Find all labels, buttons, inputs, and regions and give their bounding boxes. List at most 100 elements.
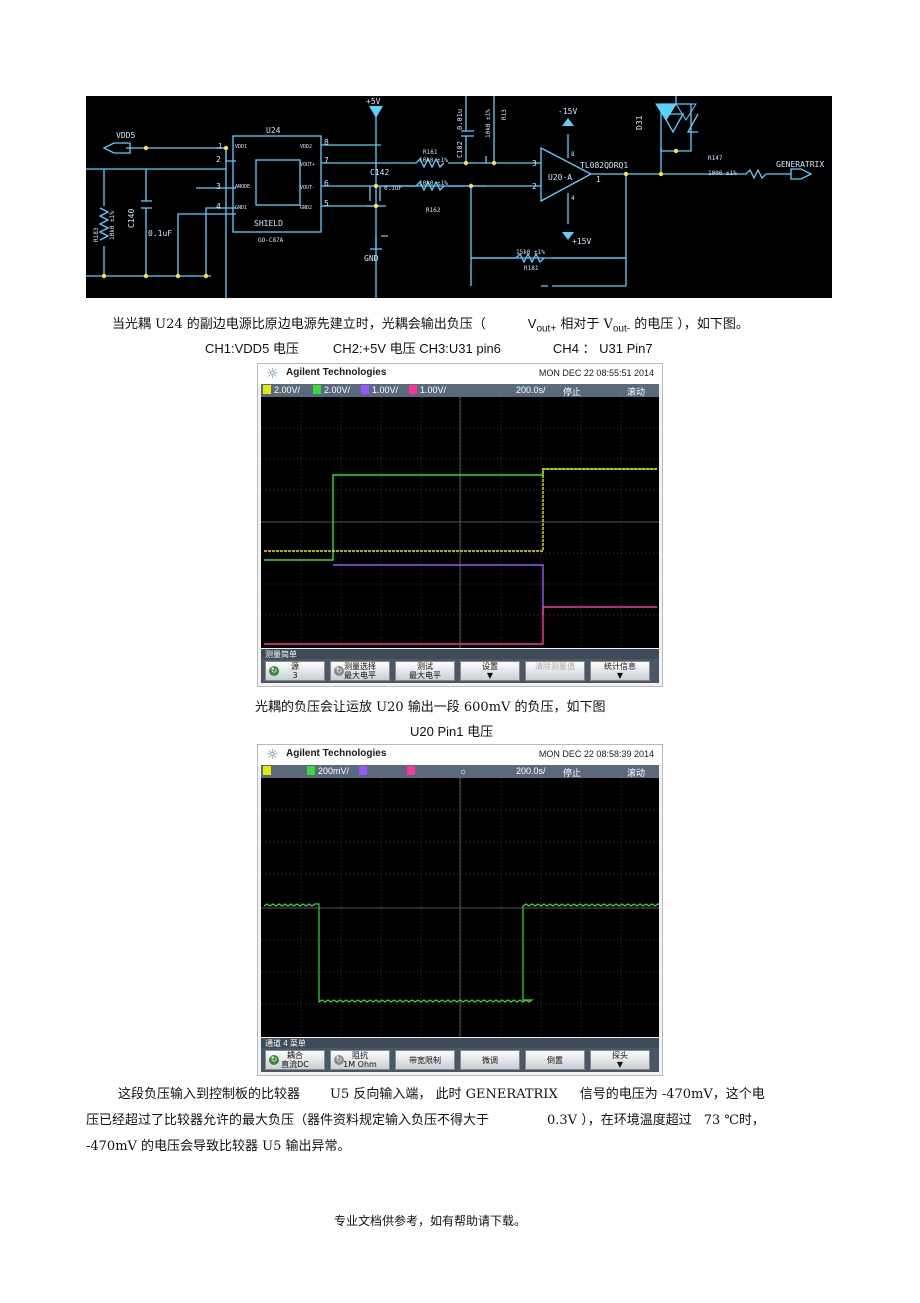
scope2-screen xyxy=(261,778,659,1037)
scope1-screen xyxy=(261,397,659,648)
scope2-ch-scale: 200mV/ xyxy=(318,766,350,776)
scope1-ch2-scale: 2.00V/ xyxy=(324,385,351,395)
scope1-brand: Agilent Technologies xyxy=(286,367,387,378)
softkey-line2: 最大电平 xyxy=(409,671,441,680)
para1-sub1: out+ xyxy=(536,323,557,335)
scope2-softkey-impedance[interactable]: ↻ 阻抗 1M Ohm xyxy=(330,1050,390,1070)
scope1-softkey-settings[interactable]: 设置 ▼ xyxy=(460,661,520,681)
part-label: GO-C87A xyxy=(258,237,284,244)
scope1-ch3-scale: 1.00V/ xyxy=(372,385,399,395)
c102-label: C102 xyxy=(456,141,464,158)
scope2-softkeys: ↻ 耦合 直流DC ↻ 阻抗 1M Ohm 带宽限制 微调 倒置 探头 ▼ xyxy=(261,1048,659,1072)
paragraph-comparator-line2: 压已经超过了比较器允许的最大负压（器件资料规定输入负压不得大于 0.3V ），在环… xyxy=(86,1109,765,1128)
scope1-timebase: 200.0s/ xyxy=(516,385,546,395)
r147-value: 1000 ±1% xyxy=(708,170,737,177)
scope1-ch3-trace xyxy=(333,564,544,615)
scope2-timebase: 200.0s/ xyxy=(516,766,546,776)
scope1-softkey-source[interactable]: ↻ 源 3 xyxy=(265,661,325,681)
caption-u20: U20 Pin1 电压 xyxy=(410,724,494,739)
pin8: 8 xyxy=(324,138,329,147)
pin1: 1 xyxy=(218,142,222,150)
softkey-line1: 测试 xyxy=(417,662,433,671)
u24-label: U24 xyxy=(266,126,281,135)
scope1-softkey-test[interactable]: 测试 最大电平 xyxy=(395,661,455,681)
pin3: 3 xyxy=(216,182,221,191)
scope2-brand-bar: ☼ Agilent Technologies MON DEC 22 08:58:… xyxy=(258,745,662,765)
vout-plus-label: VOUT+ xyxy=(300,162,315,168)
gnd1-label: GND1 xyxy=(235,205,247,211)
scope1-date: MON DEC 22 08:55:51 2014 xyxy=(538,368,654,378)
softkey-line1: 统计信息 xyxy=(604,662,636,671)
r161-value: 10k0 ±1% xyxy=(419,157,448,164)
r13-label: R13 xyxy=(501,109,508,120)
op-pin4: 4 xyxy=(571,195,575,202)
plus5v-label: +5V xyxy=(366,97,381,106)
softkey-line1: 设置 xyxy=(482,662,498,671)
para1-text-b: 的电压 ），如下图。 xyxy=(630,317,749,332)
r183-value: 10k0 ±1% xyxy=(109,211,116,240)
scope1-softkey-clear[interactable]: 清除测量值 xyxy=(525,661,585,681)
r162-label: R162 xyxy=(426,207,441,214)
op-pin1: 1 xyxy=(596,175,601,184)
agilent-logo-icon: ☼ xyxy=(266,747,279,763)
softkey-line1: 倒置 xyxy=(547,1056,563,1065)
pin6: 6 xyxy=(324,179,329,188)
c142-value: 0.1uF xyxy=(384,185,402,192)
para3-line2-b: 0.3V ），在环境温度超过 xyxy=(547,1113,692,1128)
plus15v-label: +15V xyxy=(572,237,591,246)
channel-ch4: CH4 ： U31 Pin7 xyxy=(552,341,653,356)
softkey-line1: 探头 xyxy=(612,1051,628,1060)
rotate-knob-icon: ↻ xyxy=(269,1055,279,1065)
scope1-ch4-scale: 1.00V/ xyxy=(420,385,447,395)
op-pin8: 8 xyxy=(571,151,575,158)
paragraph-comparator-line1: 这段负压输入到控制板的比较器 U5 反向输入端， 此时 GENERATRIX 信号的… xyxy=(118,1083,765,1102)
pin5: 5 xyxy=(324,199,329,208)
para3-line2-a: 压已经超过了比较器允许的最大负压（器件资料规定输入负压不得大于 xyxy=(86,1113,490,1128)
channel-ch1: CH1:VDD5 电压 xyxy=(205,341,299,356)
para3-line1-b: U5 反向输入端， 此时 GENERATRIX xyxy=(330,1087,558,1102)
circuit-schematic: VDD5 +5V U24 R183 10k0 ±1% C140 0.1uF 1 … xyxy=(86,96,832,298)
scope2-softkey-probe[interactable]: 探头 ▼ xyxy=(590,1050,650,1070)
para3-line2-c: 73 ℃时， xyxy=(703,1113,765,1128)
para1-mid: 相对于 V xyxy=(556,317,613,332)
pin7: 7 xyxy=(324,156,329,165)
u20-label: U20-A xyxy=(548,173,572,182)
r147-label: R147 xyxy=(708,155,723,162)
scope1-softkeys: ↻ 源 3 ↻ 测量选择 最大电平 测试 最大电平 设置 ▼ 清除测量值 统计信息 ▼ xyxy=(261,659,659,683)
anode-label: ANODE xyxy=(235,184,250,190)
para1-text-a: 当光耦 U24 的副边电源比原边电源先建立时，光耦会输出负压（ xyxy=(112,317,486,332)
scope1-softkey-select[interactable]: ↻ 测量选择 最大电平 xyxy=(330,661,390,681)
r181-label: R181 xyxy=(524,265,539,272)
oscilloscope-capture-1: ☼ Agilent Technologies MON DEC 22 08:55:… xyxy=(257,363,663,687)
scope2-softkey-fine[interactable]: 微调 xyxy=(460,1050,520,1070)
shield-label: SHIELD xyxy=(254,219,283,228)
para3-line1-c: 信号的电压为 -470mV，这个电 xyxy=(579,1087,765,1102)
channel-ch2-ch3: CH2:+5V 电压 CH3:U31 pin6 xyxy=(332,341,501,356)
scope2-softkey-bandwidth[interactable]: 带宽限制 xyxy=(395,1050,455,1070)
scope2-softkey-invert[interactable]: 倒置 xyxy=(525,1050,585,1070)
scope1-brand-bar: ☼ Agilent Technologies MON DEC 22 08:55:… xyxy=(258,364,662,384)
vdd1-label: VDD1 xyxy=(235,144,247,150)
softkey-line1: 清除测量值 xyxy=(535,662,575,671)
scope2-softkey-coupling[interactable]: ↻ 耦合 直流DC xyxy=(265,1050,325,1070)
op-pin2: 2 xyxy=(532,182,537,191)
r161-label: R161 xyxy=(423,149,438,156)
agilent-logo-icon: ☼ xyxy=(266,366,279,382)
scope1-header: 2.00V/ 2.00V/ 1.00V/ 1.00V/ 200.0s/ 停止 滚… xyxy=(261,384,659,397)
softkey-line1: 微调 xyxy=(482,1056,498,1065)
gnd-label: GND xyxy=(364,254,379,263)
paragraph-intro: 当光耦 U24 的副边电源比原边电源先建立时，光耦会输出负压（ Vout+ 相对于… xyxy=(112,313,749,335)
scope1-softkey-stats[interactable]: 统计信息 ▼ xyxy=(590,661,650,681)
c140-label: C140 xyxy=(127,209,136,228)
op-pin3: 3 xyxy=(532,159,537,168)
scope2-menu-title: 通道 4 菜单 xyxy=(261,1038,659,1048)
scope2-date: MON DEC 22 08:58:39 2014 xyxy=(538,749,654,759)
pin2: 2 xyxy=(216,155,221,164)
para3-line1-a: 这段负压输入到控制板的比较器 xyxy=(118,1087,301,1102)
scope2-brand: Agilent Technologies xyxy=(286,748,387,759)
r162-value: 10k0 ±1% xyxy=(419,180,448,187)
scope1-ch1-scale: 2.00V/ xyxy=(274,385,301,395)
vdd2-label: VDD2 xyxy=(300,144,312,150)
vdd5-label: VDD5 xyxy=(116,131,135,140)
softkey-line2: ▼ xyxy=(616,671,624,680)
